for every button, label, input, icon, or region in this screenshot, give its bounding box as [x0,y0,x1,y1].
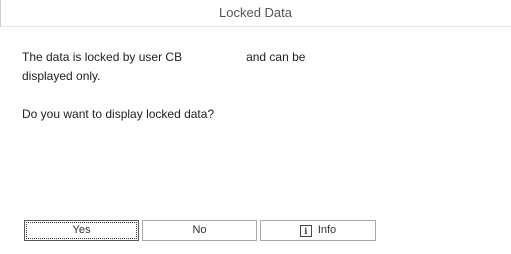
no-button-label: No [192,224,207,236]
info-button-label: Info [317,224,337,236]
dialog-title: Locked Data [0,0,511,27]
message-question: Do you want to display locked data? [22,107,215,121]
info-button[interactable]: i Info [260,220,376,241]
dialog-message: The data is locked by user CB and can be … [22,48,312,124]
yes-button[interactable]: Yes [24,220,139,241]
message-line-1: The data is locked by user CB and can be [22,48,312,67]
redacted-username [182,51,247,64]
message-line-1-suffix: and can be [246,50,306,64]
info-icon: i [299,225,312,237]
locked-data-dialog: Locked Data The data is locked by user C… [0,0,511,254]
message-line-2: displayed only. [22,69,101,83]
no-button[interactable]: No [142,220,257,241]
message-line-1-prefix: The data is locked by user CB [22,50,183,64]
yes-button-label: Yes [72,224,91,236]
